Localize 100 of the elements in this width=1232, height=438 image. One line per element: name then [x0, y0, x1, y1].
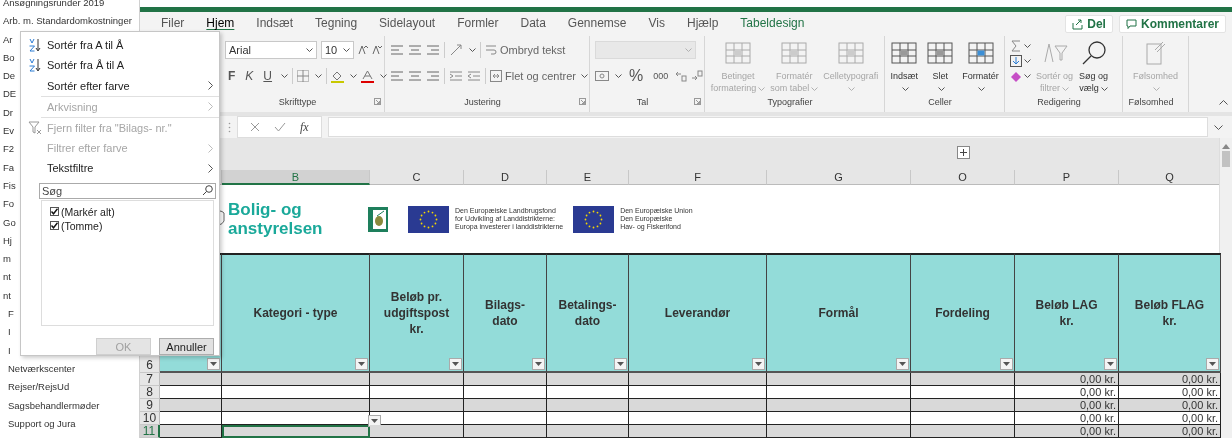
orientation-icon[interactable]: [449, 43, 463, 57]
column-title: Beløb pr. udgiftspost kr.: [383, 289, 450, 337]
align-icon[interactable]: [390, 69, 404, 83]
percent-button[interactable]: %: [626, 67, 647, 85]
number-format-field[interactable]: [595, 41, 696, 59]
column-header[interactable]: C: [370, 170, 464, 185]
sum-icon[interactable]: [1010, 40, 1022, 52]
menu-item[interactable]: Sortér efter farve: [21, 75, 219, 96]
ribbon-tab[interactable]: Hjem: [195, 15, 246, 31]
ribbon-tab[interactable]: Tegning: [304, 15, 369, 31]
currency-icon[interactable]: [595, 70, 609, 82]
delete-cells-button[interactable]: Slet: [925, 40, 956, 94]
scroll-up-icon[interactable]: [1222, 144, 1230, 149]
filter-button[interactable]: [207, 358, 220, 370]
merge-center-button[interactable]: Flet og centrer: [490, 70, 588, 82]
scroll-thumb[interactable]: [1222, 151, 1230, 167]
eraser-icon[interactable]: [1010, 70, 1022, 82]
table-cell: 0,00 kr.: [1119, 386, 1221, 399]
row-header[interactable]: 10: [140, 412, 160, 425]
decrease-font-icon[interactable]: [372, 45, 382, 55]
font-name-field[interactable]: Arial: [225, 41, 317, 59]
dialog-launcher-icon[interactable]: [374, 98, 381, 105]
row-header[interactable]: 8: [140, 386, 160, 399]
row-header[interactable]: 7: [140, 373, 160, 386]
checkbox[interactable]: [50, 221, 59, 231]
cancel-icon[interactable]: [250, 122, 260, 132]
filter-button[interactable]: [532, 358, 545, 370]
column-header[interactable]: B: [222, 170, 370, 185]
wrap-text-button[interactable]: Ombryd tekst: [485, 44, 566, 56]
sheet-list-item[interactable]: Rejser/RejsUd: [0, 378, 139, 397]
sheet-list-item[interactable]: Ansøgningsrunder 2019: [0, 0, 139, 13]
share-button[interactable]: Del: [1065, 15, 1113, 33]
underline-button[interactable]: U: [260, 69, 276, 83]
fill-down-icon[interactable]: [1010, 55, 1022, 67]
filter-button[interactable]: [1206, 358, 1219, 370]
filter-button[interactable]: [449, 358, 462, 370]
menu-item[interactable]: Sortér fra A til Å: [21, 35, 219, 56]
expand-icon[interactable]: [1214, 124, 1223, 130]
column-header[interactable]: D: [464, 170, 547, 185]
checkbox[interactable]: [50, 207, 59, 217]
column-header[interactable]: F: [629, 170, 767, 185]
font-color-icon[interactable]: [361, 69, 375, 83]
row-header[interactable]: 9: [140, 399, 160, 412]
menu-item[interactable]: Tekstfiltre: [21, 158, 219, 179]
filter-button[interactable]: [614, 358, 627, 370]
ribbon-tab[interactable]: Formler: [446, 15, 510, 31]
ribbon-tab[interactable]: Indsæt: [245, 15, 305, 31]
search-field[interactable]: Søg: [39, 182, 216, 199]
menu-item[interactable]: Sortér fra Å til A: [21, 55, 219, 76]
column-header[interactable]: O: [911, 170, 1015, 185]
filter-button[interactable]: [1000, 358, 1013, 370]
format-cells-button[interactable]: Formatér: [961, 40, 1000, 94]
thousands-separator-button[interactable]: 000: [650, 71, 672, 81]
sheet-list-item[interactable]: Sagsbehandlermøder: [0, 396, 139, 415]
dialog-launcher-icon[interactable]: [694, 98, 701, 105]
sheet-list-item[interactable]: Arb. m. Standardomkostninger: [0, 12, 139, 31]
ribbon-tab[interactable]: Gennemse: [556, 15, 638, 31]
indent-icon[interactable]: [449, 69, 463, 83]
bold-button[interactable]: F: [225, 69, 239, 83]
column-header[interactable]: P: [1015, 170, 1119, 185]
insert-cells-button[interactable]: Indsæt: [889, 40, 920, 94]
align-icon[interactable]: [426, 69, 440, 83]
ribbon-tab[interactable]: Tabeldesign: [729, 15, 816, 31]
filter-button[interactable]: [355, 358, 368, 370]
comments-button[interactable]: Kommentarer: [1118, 15, 1226, 33]
column-header[interactable]: G: [767, 170, 911, 185]
ribbon-tab[interactable]: Sidelayout: [368, 15, 447, 31]
font-size-field[interactable]: 10: [321, 41, 354, 59]
sheet-list-item[interactable]: Support og Jura: [0, 414, 139, 434]
align-icon[interactable]: [390, 43, 404, 57]
collapse-ribbon-icon[interactable]: [1219, 100, 1228, 105]
increase-decimal-icon[interactable]: [675, 70, 688, 82]
indent-icon[interactable]: [467, 69, 481, 83]
insert-function-button[interactable]: fx: [300, 119, 309, 135]
align-icon[interactable]: [408, 43, 422, 57]
ribbon-tab[interactable]: Hjælp: [676, 15, 730, 31]
increase-font-icon[interactable]: [358, 45, 368, 55]
column-header[interactable]: Q: [1119, 170, 1221, 185]
sheet-list-item[interactable]: Netværkscenter: [0, 359, 139, 379]
merge-cells-icon: [490, 70, 502, 82]
row-header[interactable]: 11: [140, 425, 160, 438]
column-header[interactable]: E: [547, 170, 629, 185]
cancel-button[interactable]: Annuller: [159, 338, 214, 355]
fill-color-icon[interactable]: [331, 69, 345, 83]
align-icon[interactable]: [408, 69, 422, 83]
formula-input[interactable]: [327, 117, 1208, 137]
filter-button[interactable]: [896, 358, 909, 370]
dialog-launcher-icon[interactable]: [579, 98, 586, 105]
decrease-decimal-icon[interactable]: [691, 70, 704, 82]
filter-button[interactable]: [752, 358, 765, 370]
italic-button[interactable]: K: [242, 69, 257, 83]
ribbon-tab[interactable]: Vis: [637, 15, 676, 31]
borders-icon[interactable]: [297, 70, 310, 82]
find-select-button[interactable]: Søg og vælg: [1078, 40, 1110, 94]
ribbon-tab[interactable]: Filer: [150, 15, 196, 31]
filter-button[interactable]: [1104, 358, 1117, 370]
ribbon-tab[interactable]: Data: [509, 15, 557, 31]
plus-icon[interactable]: [957, 146, 970, 159]
align-icon[interactable]: [426, 43, 440, 57]
check-icon[interactable]: [274, 122, 286, 132]
